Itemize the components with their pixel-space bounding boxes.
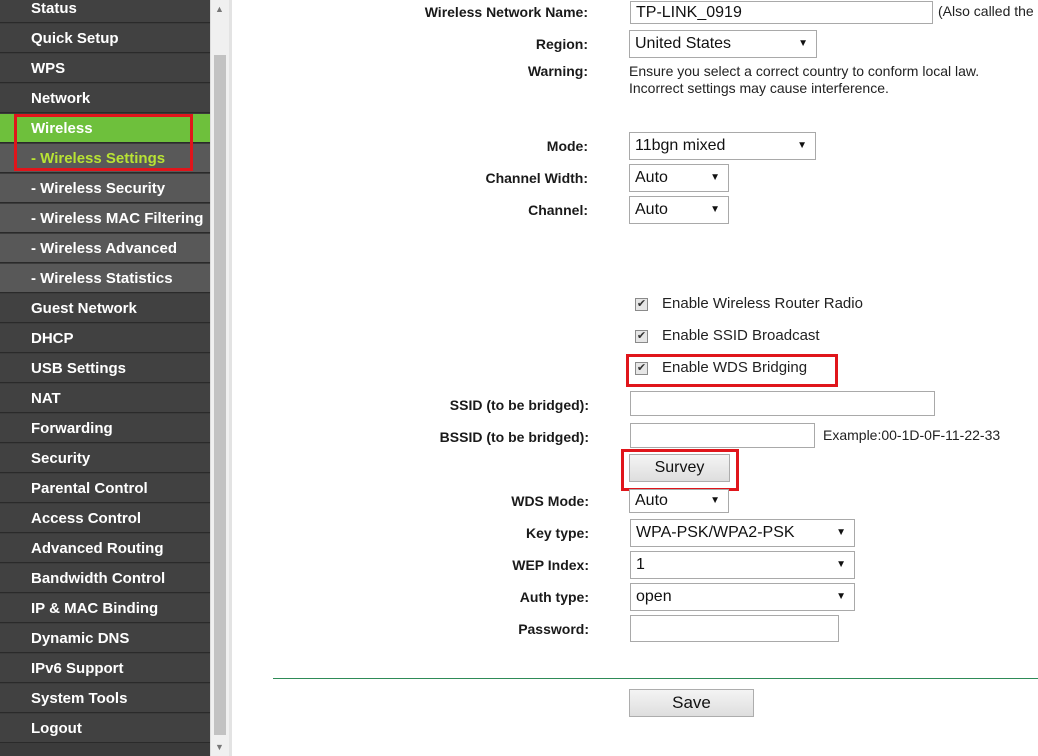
bssid-bridged-label: BSSID (to be bridged): — [439, 429, 589, 445]
sidebar-item-logout[interactable]: Logout — [0, 714, 210, 743]
save-button[interactable]: Save — [629, 689, 754, 717]
network-name-label: Wireless Network Name: — [424, 4, 588, 20]
channel-width-select[interactable]: Auto ▼ — [629, 164, 729, 192]
key-type-select[interactable]: WPA-PSK/WPA2-PSK ▼ — [630, 519, 855, 547]
sidebar-item-quick-setup[interactable]: Quick Setup — [0, 24, 210, 53]
sidebar-item-wps[interactable]: WPS — [0, 54, 210, 83]
channel-width-value: Auto — [635, 169, 668, 186]
sidebar-item-ipv6-support[interactable]: IPv6 Support — [0, 654, 210, 683]
wep-index-label: WEP Index: — [512, 557, 589, 573]
mode-label: Mode: — [546, 138, 588, 154]
dropdown-caret-icon: ▼ — [836, 591, 846, 602]
network-name-hint: (Also called the — [938, 3, 1034, 19]
password-input[interactable] — [630, 615, 839, 642]
sidebar-item-usb-settings[interactable]: USB Settings — [0, 354, 210, 383]
sidebar-item-parental-control[interactable]: Parental Control — [0, 474, 210, 503]
sidebar-item-wireless-statistics[interactable]: - Wireless Statistics — [0, 264, 210, 293]
warning-text-line1: Ensure you select a correct country to c… — [629, 63, 980, 79]
enable-ssid-broadcast-checkbox[interactable]: ✔ — [635, 330, 648, 343]
sidebar-item-system-tools[interactable]: System Tools — [0, 684, 210, 713]
sidebar-item-network[interactable]: Network — [0, 84, 210, 113]
sidebar-item-wireless-settings[interactable]: - Wireless Settings — [0, 144, 210, 173]
channel-select[interactable]: Auto ▼ — [629, 196, 729, 224]
region-select[interactable]: United States ▼ — [629, 30, 817, 58]
dropdown-caret-icon: ▼ — [836, 527, 846, 538]
password-label: Password: — [518, 621, 589, 637]
dropdown-caret-icon: ▼ — [798, 38, 808, 49]
network-name-input[interactable] — [630, 1, 933, 24]
enable-wds-label: Enable WDS Bridging — [662, 359, 808, 376]
wds-mode-value: Auto — [635, 492, 668, 509]
wep-index-value: 1 — [636, 556, 645, 573]
sidebar-item-security[interactable]: Security — [0, 444, 210, 473]
wep-index-select[interactable]: 1 ▼ — [630, 551, 855, 579]
wds-mode-select[interactable]: Auto ▼ — [629, 489, 729, 513]
sidebar-item-bandwidth-control[interactable]: Bandwidth Control — [0, 564, 210, 593]
dropdown-caret-icon: ▼ — [797, 140, 807, 151]
sidebar-item-advanced-routing[interactable]: Advanced Routing — [0, 534, 210, 563]
channel-value: Auto — [635, 201, 668, 218]
sidebar-item-wireless-mac-filtering[interactable]: - Wireless MAC Filtering — [0, 204, 210, 233]
enable-wds-checkbox[interactable]: ✔ — [635, 362, 648, 375]
dropdown-caret-icon: ▼ — [710, 495, 720, 506]
bssid-example-text: Example:00-1D-0F-11-22-33 — [823, 427, 1001, 443]
key-type-label: Key type: — [525, 525, 589, 541]
section-divider — [273, 678, 1038, 679]
check-mark-icon: ✔ — [636, 330, 647, 342]
sidebar-item-wireless[interactable]: Wireless — [0, 114, 210, 143]
sidebar-item-ip-mac-binding[interactable]: IP & MAC Binding — [0, 594, 210, 623]
warning-text-line2: Incorrect settings may cause interferenc… — [629, 80, 889, 96]
scroll-thumb[interactable] — [214, 55, 226, 735]
sidebar-item-forwarding[interactable]: Forwarding — [0, 414, 210, 443]
auth-type-value: open — [636, 588, 672, 605]
sidebar-item-wireless-security[interactable]: - Wireless Security — [0, 174, 210, 203]
channel-label: Channel: — [528, 202, 588, 218]
dropdown-caret-icon: ▼ — [710, 172, 720, 183]
scroll-up-arrow-icon[interactable]: ▲ — [215, 4, 224, 14]
ssid-bridged-label: SSID (to be bridged): — [449, 397, 589, 413]
enable-ssid-broadcast-label: Enable SSID Broadcast — [662, 327, 820, 344]
mode-value: 11bgn mixed — [635, 137, 726, 154]
sidebar-item-dynamic-dns[interactable]: Dynamic DNS — [0, 624, 210, 653]
auth-type-label: Auth type: — [519, 589, 589, 605]
sidebar-item-dhcp[interactable]: DHCP — [0, 324, 210, 353]
sidebar-item-guest-network[interactable]: Guest Network — [0, 294, 210, 323]
sidebar-item-status[interactable]: Status — [0, 0, 210, 23]
region-label: Region: — [535, 36, 588, 52]
warning-label: Warning: — [527, 63, 588, 79]
enable-radio-label: Enable Wireless Router Radio — [662, 295, 863, 312]
sidebar-item-access-control[interactable]: Access Control — [0, 504, 210, 533]
channel-width-label: Channel Width: — [485, 170, 588, 186]
dropdown-caret-icon: ▼ — [836, 559, 846, 570]
auth-type-select[interactable]: open ▼ — [630, 583, 855, 611]
enable-radio-checkbox[interactable]: ✔ — [635, 298, 648, 311]
sidebar-menu: Status Quick Setup WPS Network Wireless … — [0, 0, 210, 756]
sidebar-item-nat[interactable]: NAT — [0, 384, 210, 413]
sidebar-scrollbar[interactable]: ▲ ▼ — [210, 0, 229, 756]
dropdown-caret-icon: ▼ — [710, 204, 720, 215]
pane-divider — [229, 0, 232, 756]
wds-mode-label: WDS Mode: — [511, 493, 589, 509]
ssid-bridged-input[interactable] — [630, 391, 935, 416]
key-type-value: WPA-PSK/WPA2-PSK — [636, 524, 795, 541]
check-mark-icon: ✔ — [636, 362, 647, 374]
check-mark-icon: ✔ — [636, 298, 647, 310]
sidebar-item-wireless-advanced[interactable]: - Wireless Advanced — [0, 234, 210, 263]
survey-button[interactable]: Survey — [629, 454, 730, 482]
mode-select[interactable]: 11bgn mixed ▼ — [629, 132, 816, 160]
bssid-bridged-input[interactable] — [630, 423, 815, 448]
region-value: United States — [635, 35, 732, 52]
scroll-down-arrow-icon[interactable]: ▼ — [215, 742, 224, 752]
